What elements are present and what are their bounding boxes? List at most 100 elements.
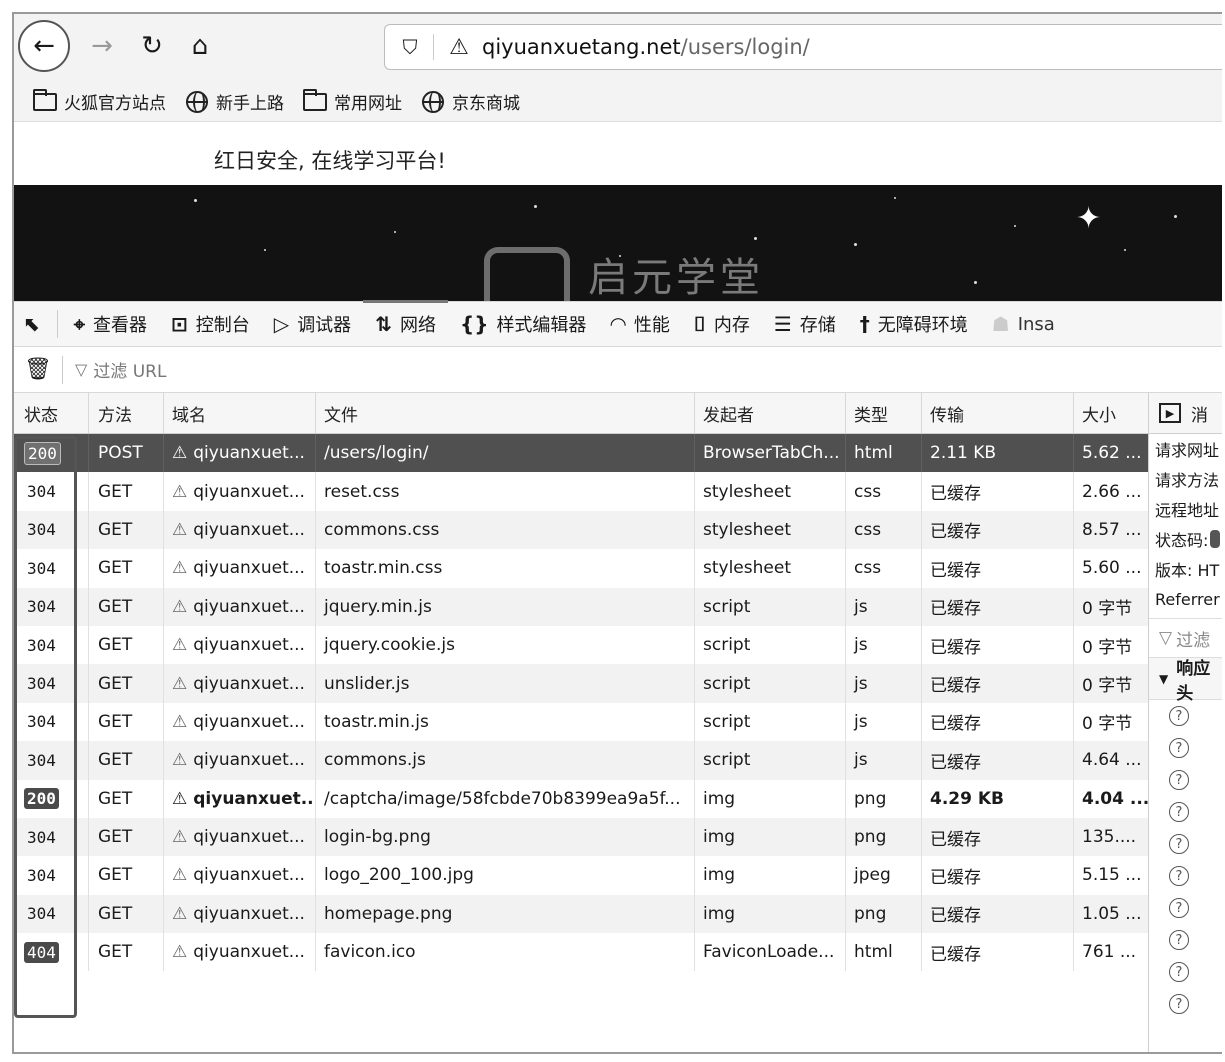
tab-accessibility[interactable]: † 无障碍环境 — [848, 301, 980, 347]
header-help-item[interactable]: ? — [1149, 732, 1222, 764]
table-row[interactable]: 304 GET ⚠ qiyuanxuet... jquery.min.js script j… — [14, 587, 1148, 626]
header-help-item[interactable]: ? — [1149, 700, 1222, 732]
table-row[interactable]: 304 GET ⚠ qiyuanxuet... toastr.min.js script j… — [14, 702, 1148, 742]
cell-type: js — [846, 664, 922, 703]
element-picker-button[interactable]: ⬉ — [14, 301, 57, 347]
column-domain[interactable]: 域名 — [164, 393, 316, 433]
headers-filter-input[interactable]: ▽ 过滤 — [1149, 618, 1222, 658]
table-row[interactable]: 200 POST ⚠ qiyuanxuet... /users/login/Browse… — [14, 434, 1148, 473]
table-row[interactable]: 304 GET ⚠ qiyuanxuet... logo_200_100.jpg img j… — [14, 856, 1148, 895]
tab-performance[interactable]: ◠ 性能 — [598, 301, 681, 347]
cell-domain: ⚠ qiyuanxuet... — [164, 779, 316, 818]
insecure-lock-icon: ⚠ — [172, 443, 188, 464]
insecure-lock-icon: ⚠ — [172, 942, 188, 963]
cell-file: jquery.min.js — [316, 587, 695, 626]
column-transferred[interactable]: 传输 — [922, 393, 1074, 433]
cell-initiator: FaviconLoade... — [695, 933, 846, 972]
reload-button[interactable]: ↻ — [126, 20, 178, 72]
cell-size: 5.60 ... — [1074, 549, 1148, 587]
tab-extension[interactable]: ☗ Insa — [980, 301, 1067, 347]
toolbar-divider — [56, 310, 58, 338]
tab-storage[interactable]: ☰ 存储 — [762, 301, 848, 347]
table-row[interactable]: 304 GET ⚠ qiyuanxuet... jquery.cookie.js scri… — [14, 625, 1148, 665]
table-row[interactable]: 304 GET ⚠ qiyuanxuet... unslider.js script js 已… — [14, 664, 1148, 703]
table-row[interactable]: 304 GET ⚠ qiyuanxuet... login-bg.png img png 已缓… — [14, 817, 1148, 857]
header-help-item[interactable]: ? — [1149, 796, 1222, 828]
cell-transferred: 已缓存 — [922, 702, 1074, 742]
star-icon: ✦ — [1076, 201, 1102, 236]
cell-size-text: 5.15 ... — [1082, 865, 1142, 886]
cell-file-text: favicon.ico — [324, 942, 416, 963]
header-help-item[interactable]: ? — [1149, 828, 1222, 860]
column-file[interactable]: 文件 — [316, 393, 695, 433]
cell-file-text: toastr.min.css — [324, 558, 443, 579]
table-row[interactable]: 304 GET ⚠ qiyuanxuet... reset.css stylesheet c… — [14, 472, 1148, 511]
cell-transferred-text: 已缓存 — [930, 752, 981, 773]
detail-referrer: Referrer — [1155, 589, 1220, 609]
cell-initiator: stylesheet — [695, 549, 846, 588]
table-row[interactable]: 304 GET ⚠ qiyuanxuet... toastr.min.css styles… — [14, 549, 1148, 588]
cell-size: 761 ... — [1074, 933, 1148, 971]
cell-transferred: 已缓存 — [922, 933, 1074, 972]
column-size[interactable]: 大小 — [1074, 393, 1148, 433]
header-help-item[interactable]: ? — [1149, 860, 1222, 892]
back-button[interactable]: ← — [18, 20, 70, 72]
detail-status-code: 状态码: — [1149, 524, 1222, 554]
tab-label: 网络 — [399, 315, 436, 336]
question-mark-icon: ? — [1169, 962, 1189, 982]
cell-domain: ⚠ qiyuanxuet... — [164, 741, 316, 780]
header-help-item[interactable]: ? — [1149, 956, 1222, 988]
column-type[interactable]: 类型 — [846, 393, 922, 433]
tab-memory[interactable]: ⌷ 内存 — [682, 301, 762, 347]
header-help-item[interactable]: ? — [1149, 764, 1222, 796]
cell-method-text: GET — [98, 750, 133, 771]
status-code-label: 状态码: — [1155, 531, 1209, 550]
table-row[interactable]: 304 GET ⚠ qiyuanxuet... commons.css styleshee… — [14, 510, 1148, 550]
header-help-item[interactable]: ? — [1149, 924, 1222, 956]
bookmark-firefox-official[interactable]: 火狐官方站点 — [32, 88, 166, 114]
insecure-lock-icon: ⚠ — [172, 481, 188, 502]
tracking-shield-icon[interactable]: ⛉ — [395, 35, 425, 59]
response-headers-section[interactable]: ▼ 响应头 — [1149, 658, 1222, 704]
column-method[interactable]: 方法 — [89, 393, 164, 433]
toggle-panel-icon[interactable]: ▶ — [1159, 403, 1181, 423]
cell-type-text: js — [854, 711, 868, 732]
tab-console[interactable]: ⊡ 控制台 — [159, 301, 262, 347]
table-row[interactable]: 304 GET ⚠ qiyuanxuet... homepage.png img png 已缓… — [14, 894, 1148, 934]
home-button[interactable]: ⌂ — [174, 20, 226, 72]
bookmark-jd-mall[interactable]: 京东商城 — [420, 89, 520, 114]
column-status[interactable]: 状态 — [14, 393, 89, 433]
cell-transferred-text: 已缓存 — [930, 906, 981, 927]
cell-type: js — [846, 587, 922, 626]
tab-debugger[interactable]: ▷ 调试器 — [262, 301, 363, 347]
insecure-lock-icon[interactable]: ⚠ — [442, 35, 476, 60]
table-row[interactable]: 304 GET ⚠ qiyuanxuet... commons.js script js 已缓… — [14, 741, 1148, 780]
forward-button[interactable]: → — [76, 20, 128, 72]
tab-messages[interactable]: 消 — [1191, 401, 1208, 426]
tab-inspector[interactable]: ⌖ 查看器 — [62, 301, 159, 347]
tab-network[interactable]: ⇅ 网络 — [363, 300, 448, 347]
url-filter-input[interactable]: 过滤 URL — [93, 357, 166, 382]
table-row[interactable]: 404 GET ⚠ qiyuanxuet... favicon.ico FaviconLo… — [14, 933, 1148, 972]
cell-file: toastr.min.css — [316, 549, 695, 588]
bookmark-common-sites[interactable]: 常用网址 — [302, 88, 402, 114]
header-help-item[interactable]: ? — [1149, 988, 1222, 1020]
cell-type-text: js — [854, 635, 868, 656]
cell-type: js — [846, 702, 922, 742]
bookmark-getting-started[interactable]: 新手上路 — [184, 89, 284, 114]
cell-method: GET — [89, 933, 164, 972]
table-row[interactable]: 200 GET ⚠ qiyuanxuet... /captcha/image/58fcb… — [14, 779, 1148, 818]
tab-style-editor[interactable]: {} 样式编辑器 — [448, 301, 598, 347]
insecure-lock-icon: ⚠ — [172, 558, 188, 579]
cell-type-text: jpeg — [854, 865, 891, 886]
column-initiator[interactable]: 发起者 — [695, 393, 846, 433]
url-bar[interactable]: ⛉ ⚠ qiyuanxuetang.net/users/login/ — [384, 24, 1222, 70]
table-body: 200 POST ⚠ qiyuanxuet.../users/login/Browse… — [14, 434, 1148, 972]
cell-initiator-text: img — [703, 788, 736, 809]
cell-status: 304 — [14, 894, 89, 934]
tab-label: 存储 — [799, 315, 836, 336]
header-help-item[interactable]: ? — [1149, 892, 1222, 924]
cell-method-text: GET — [98, 673, 133, 694]
cell-status: 304 — [14, 510, 89, 550]
clear-requests-button[interactable]: 🗑 — [14, 357, 62, 382]
